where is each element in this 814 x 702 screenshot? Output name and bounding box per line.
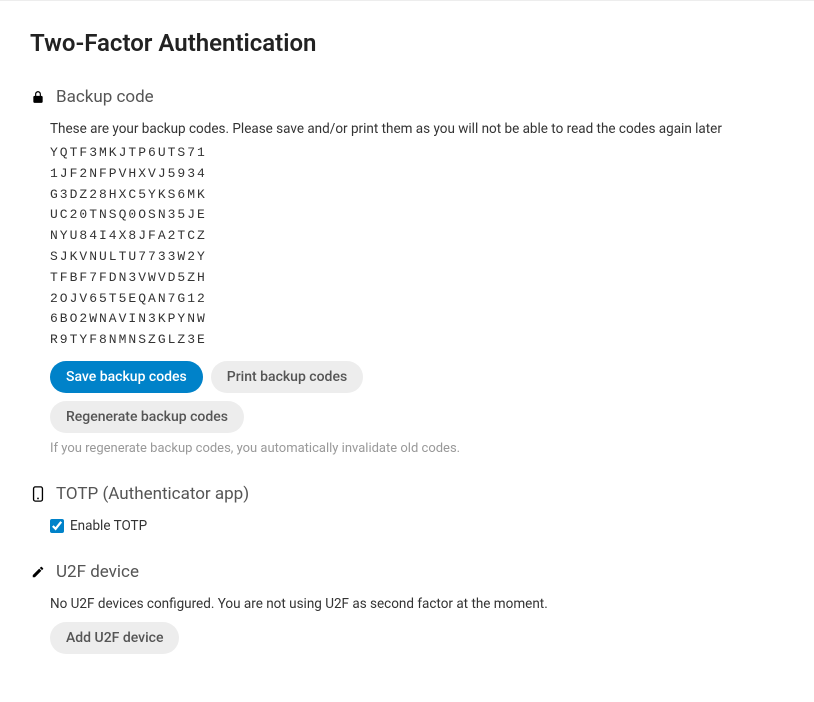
backup-code-item: YQTF3MKJTP6UTS71 [50, 143, 784, 164]
page-title: Two-Factor Authentication [30, 29, 784, 57]
print-backup-codes-button[interactable]: Print backup codes [211, 361, 363, 393]
backup-code-item: SJKVNULTU7733W2Y [50, 247, 784, 268]
backup-code-heading: Backup code [56, 87, 154, 107]
enable-totp-label[interactable]: Enable TOTP [70, 518, 147, 534]
u2f-description: No U2F devices configured. You are not u… [50, 596, 784, 612]
u2f-section: U2F device No U2F devices configured. Yo… [30, 562, 784, 654]
backup-code-item: R9TYF8NMNSZGLZ3E [50, 330, 784, 351]
backup-code-description: These are your backup codes. Please save… [50, 121, 784, 137]
backup-code-item: 2OJV65T5EQAN7G12 [50, 289, 784, 310]
backup-code-item: NYU84I4X8JFA2TCZ [50, 226, 784, 247]
pencil-icon [30, 564, 46, 580]
phone-icon [30, 486, 46, 502]
backup-code-item: 1JF2NFPVHXVJ5934 [50, 164, 784, 185]
backup-code-item: G3DZ28HXC5YKS6MK [50, 185, 784, 206]
add-u2f-device-button[interactable]: Add U2F device [50, 622, 179, 654]
regenerate-hint: If you regenerate backup codes, you auto… [50, 441, 784, 456]
backup-code-header: Backup code [30, 87, 784, 107]
totp-header: TOTP (Authenticator app) [30, 484, 784, 504]
backup-code-item: TFBF7FDN3VWVD5ZH [50, 268, 784, 289]
save-backup-codes-button[interactable]: Save backup codes [50, 361, 203, 393]
regenerate-backup-codes-button[interactable]: Regenerate backup codes [50, 401, 244, 433]
backup-codes-list: YQTF3MKJTP6UTS71 1JF2NFPVHXVJ5934 G3DZ28… [50, 143, 784, 351]
totp-heading: TOTP (Authenticator app) [56, 484, 249, 504]
lock-icon [30, 89, 46, 105]
backup-code-section: Backup code These are your backup codes.… [30, 87, 784, 456]
u2f-header: U2F device [30, 562, 784, 582]
u2f-heading: U2F device [56, 562, 139, 582]
backup-code-item: 6BO2WNAVIN3KPYNW [50, 309, 784, 330]
totp-section: TOTP (Authenticator app) Enable TOTP [30, 484, 784, 534]
enable-totp-checkbox[interactable] [50, 519, 64, 533]
backup-code-item: UC20TNSQ0OSN35JE [50, 205, 784, 226]
